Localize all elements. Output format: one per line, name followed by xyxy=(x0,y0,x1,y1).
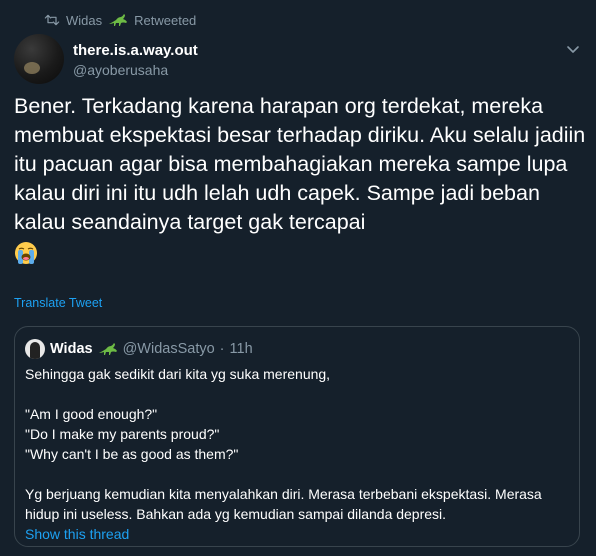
quoted-tweet[interactable]: Widas @WidasSatyo · 11h Sehingga gak sed… xyxy=(14,326,580,547)
chevron-down-icon[interactable] xyxy=(566,42,580,56)
quoted-text-line: "Do I make my parents proud?" xyxy=(25,426,220,442)
tweet-body: Bener. Terkadang karena harapan org terd… xyxy=(14,92,586,266)
quoted-author-name: Widas xyxy=(50,341,93,357)
quoted-text-paragraph: Yg berjuang kemudian kita menyalahkan di… xyxy=(25,486,542,522)
quoted-text-line: "Why can't I be as good as them?" xyxy=(25,446,239,462)
dinosaur-emoji-icon xyxy=(109,14,128,26)
author-avatar[interactable] xyxy=(14,34,64,84)
retweet-icon xyxy=(44,14,60,26)
author-handle[interactable]: @ayoberusaha xyxy=(73,62,198,78)
quoted-tweet-body: Sehingga gak sedikit dari kita yg suka m… xyxy=(25,364,573,544)
retweeter-name[interactable]: Widas xyxy=(66,13,102,28)
retweeted-label: Retweeted xyxy=(134,12,197,28)
quoted-tweet-timestamp: 11h xyxy=(229,341,253,357)
author-display-name[interactable]: there.is.a.way.out xyxy=(73,42,198,59)
quoted-author-handle: @WidasSatyo xyxy=(122,341,215,357)
quoted-tweet-header: Widas @WidasSatyo · 11h xyxy=(25,339,253,359)
retweet-context: Widas Retweeted xyxy=(44,12,196,28)
show-this-thread-link[interactable]: Show this thread xyxy=(25,524,573,544)
quoted-text-line: "Am I good enough?" xyxy=(25,406,158,422)
tweet-header: there.is.a.way.out @ayoberusaha xyxy=(14,34,582,84)
quoted-text-line: Sehingga gak sedikit dari kita yg suka m… xyxy=(25,366,331,382)
loudly-crying-face-icon xyxy=(15,242,37,265)
dinosaur-emoji-icon xyxy=(98,343,117,355)
quoted-author-avatar xyxy=(25,339,45,359)
tweet-text: Bener. Terkadang karena harapan org terd… xyxy=(14,94,586,234)
separator-dot: · xyxy=(219,341,225,357)
translate-tweet-link[interactable]: Translate Tweet xyxy=(14,296,102,310)
